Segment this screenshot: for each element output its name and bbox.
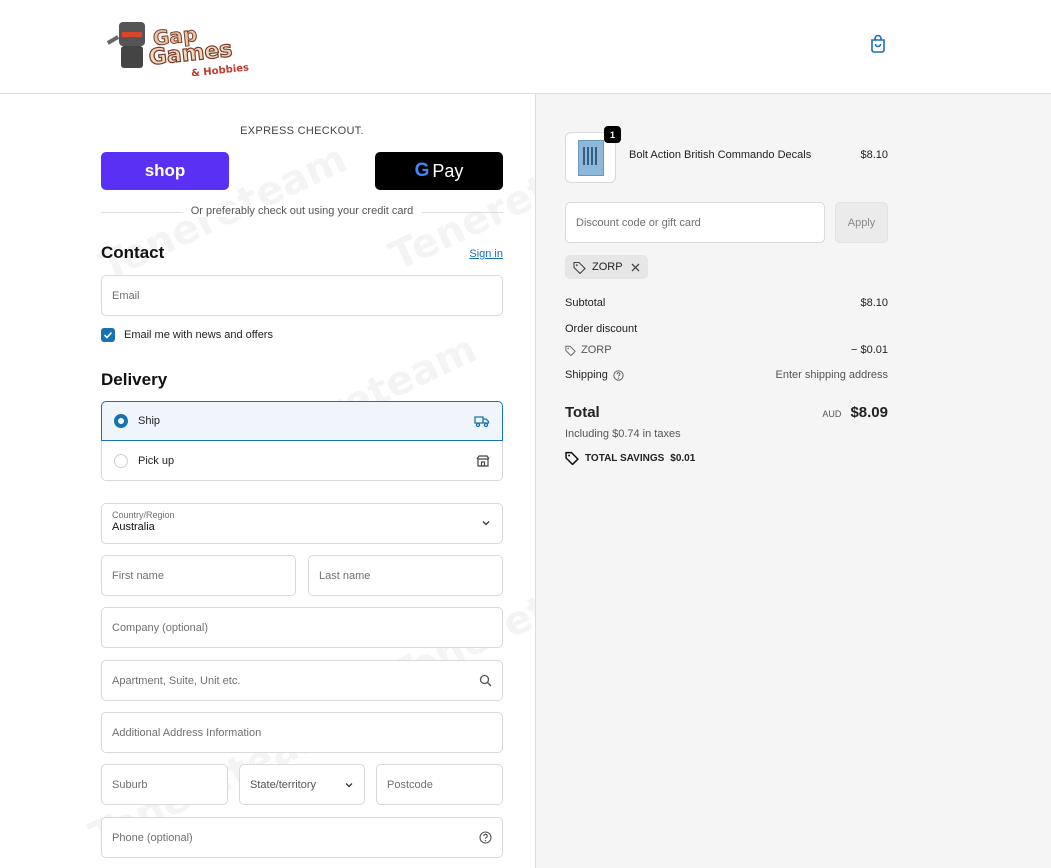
- shop-pay-label: shop: [144, 161, 186, 180]
- state-placeholder: State/territory: [250, 778, 317, 791]
- address-field[interactable]: Apartment, Suite, Unit etc.: [101, 660, 503, 701]
- express-checkout-label: EXPRESS CHECKOUT.: [240, 125, 364, 137]
- order-discount-row: Order discount: [565, 323, 888, 335]
- product-image: [577, 139, 604, 176]
- postcode-placeholder: Postcode: [387, 778, 433, 791]
- subtotal-row: Subtotal $8.10: [565, 297, 888, 309]
- delivery-option-ship[interactable]: Ship: [101, 401, 503, 441]
- phone-placeholder: Phone (optional): [112, 831, 193, 844]
- shop-pay-button[interactable]: shop: [101, 152, 229, 190]
- company-placeholder: Company (optional): [112, 621, 208, 634]
- google-g-icon: G: [414, 160, 430, 181]
- first-name-field[interactable]: First name: [101, 555, 296, 596]
- tag-icon: [573, 261, 586, 274]
- discount-code-field[interactable]: Discount code or gift card: [565, 202, 825, 243]
- marketing-checkbox[interactable]: [101, 328, 115, 342]
- help-icon[interactable]: [478, 831, 492, 845]
- apply-label: Apply: [847, 216, 876, 229]
- store-icon: [476, 454, 490, 467]
- taxes-note: Including $0.74 in taxes: [565, 428, 681, 440]
- store-logo-image: Gap Games & Hobbies: [106, 21, 250, 79]
- total-row: Total AUD $8.09: [565, 404, 888, 421]
- marketing-label: Email me with news and offers: [124, 329, 273, 341]
- applied-code-chip: ZORP: [565, 255, 648, 279]
- ship-label: Ship: [138, 415, 161, 427]
- product-price: $8.10: [860, 149, 888, 161]
- tag-icon: [565, 345, 576, 356]
- total-label: Total: [565, 404, 600, 421]
- savings-row: TOTAL SAVINGS $0.01: [565, 451, 888, 465]
- ship-radio[interactable]: [114, 414, 128, 428]
- savings-value: $0.01: [670, 452, 696, 464]
- truck-icon: [474, 416, 490, 428]
- last-name-placeholder: Last name: [319, 569, 371, 582]
- shipping-label-wrap: Shipping: [565, 369, 624, 381]
- google-pay-button[interactable]: G Pay: [375, 152, 503, 190]
- discount-placeholder: Discount code or gift card: [576, 216, 701, 229]
- address-placeholder: Apartment, Suite, Unit etc.: [112, 674, 241, 687]
- checkmark-icon: [103, 331, 113, 339]
- apply-discount-button[interactable]: Apply: [835, 202, 888, 243]
- shipping-label: Shipping: [565, 369, 608, 381]
- delivery-option-pickup[interactable]: Pick up: [101, 441, 503, 481]
- applied-code-text: ZORP: [592, 261, 623, 273]
- product-name: Bolt Action British Commando Decals: [629, 149, 812, 161]
- store-logo[interactable]: Gap Games & Hobbies: [105, 12, 257, 79]
- country-select[interactable]: Country/Region Australia: [101, 503, 503, 544]
- delivery-heading: Delivery: [101, 370, 168, 389]
- marketing-opt-in: Email me with news and offers: [101, 328, 273, 342]
- chevron-down-icon: [482, 521, 490, 526]
- payment-divider: Or preferably check out using your credi…: [101, 205, 503, 219]
- discount-code-label: ZORP: [565, 344, 612, 356]
- contact-heading: Contact: [101, 243, 165, 262]
- tag-icon: [565, 451, 579, 465]
- search-icon[interactable]: [478, 674, 492, 688]
- savings-label: TOTAL SAVINGS: [585, 452, 665, 464]
- divider-text: Or preferably check out using your credi…: [182, 205, 422, 217]
- first-name-placeholder: First name: [112, 569, 164, 582]
- sign-in-link[interactable]: Sign in: [469, 248, 503, 260]
- taxes-row: Including $0.74 in taxes: [565, 428, 888, 440]
- help-icon[interactable]: [613, 369, 624, 381]
- pickup-label: Pick up: [138, 454, 175, 467]
- suburb-field[interactable]: Suburb: [101, 764, 228, 805]
- pickup-radio[interactable]: [114, 453, 128, 468]
- postcode-field[interactable]: Postcode: [376, 764, 503, 805]
- discount-code-text: ZORP: [581, 344, 612, 356]
- country-label: Country/Region: [112, 510, 175, 520]
- last-name-field[interactable]: Last name: [308, 555, 503, 596]
- phone-field[interactable]: Phone (optional): [101, 817, 503, 858]
- discount-code-row: ZORP − $0.01: [565, 344, 888, 356]
- shipping-value: Enter shipping address: [775, 369, 888, 381]
- header: Gap Games & Hobbies: [0, 0, 1051, 94]
- order-discount-label: Order discount: [565, 323, 638, 335]
- chevron-down-icon: [345, 782, 353, 787]
- subtotal-value: $8.10: [860, 297, 888, 309]
- total-value: $8.09: [850, 404, 888, 421]
- currency-code: AUD: [822, 409, 842, 419]
- email-placeholder: Email: [112, 289, 140, 302]
- shipping-row: Shipping Enter shipping address: [565, 369, 888, 381]
- email-field[interactable]: Email: [101, 275, 503, 316]
- google-pay-label: Pay: [432, 160, 464, 181]
- shopping-bag-icon[interactable]: [868, 34, 888, 54]
- subtotal-label: Subtotal: [565, 297, 606, 309]
- suburb-placeholder: Suburb: [112, 778, 148, 791]
- state-select[interactable]: State/territory: [239, 764, 365, 805]
- remove-code-icon[interactable]: [631, 263, 640, 272]
- additional-address-placeholder: Additional Address Information: [112, 726, 262, 739]
- company-field[interactable]: Company (optional): [101, 607, 503, 648]
- additional-address-field[interactable]: Additional Address Information: [101, 712, 503, 753]
- discount-value: − $0.01: [850, 344, 888, 356]
- country-value: Australia: [112, 521, 155, 533]
- delivery-method: Ship Pick up: [101, 401, 503, 482]
- quantity-badge: 1: [604, 126, 621, 143]
